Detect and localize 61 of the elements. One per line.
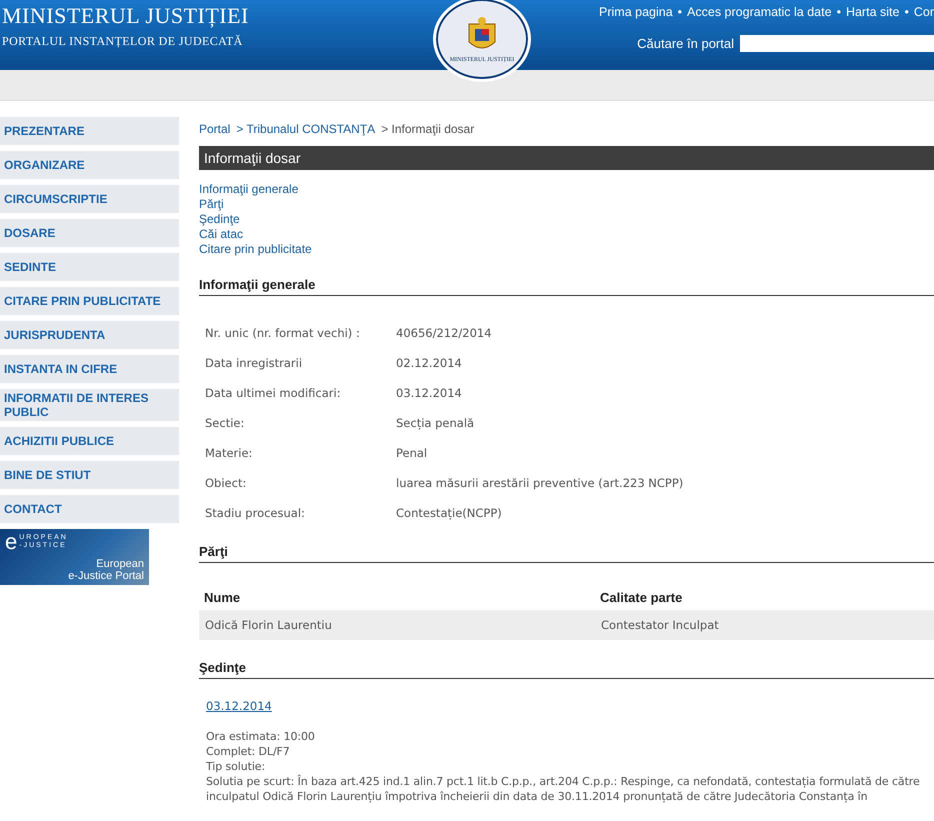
field-value: Contestație(NCPP) [396,505,503,522]
field-label: Data inregistrarii [205,355,304,372]
sidebar-item[interactable]: CONTACT [0,495,179,523]
table-cell: Contestator Inculpat [595,610,934,640]
nav-link[interactable]: Harta site [846,5,900,19]
field-label: Obiect: [205,475,248,492]
nav-link[interactable]: Prima pagina [599,5,673,19]
field-value: 03.12.2014 [396,385,463,402]
section-link[interactable]: Căi atac [199,227,244,242]
sidebar-item[interactable]: INSTANTA IN CIFRE [0,355,179,383]
hearing-detail: Ora estimata: 10:00 [206,729,316,744]
field-value: luarea măsurii arestării preventive (art.223 NCPP) [396,475,684,492]
field-value: Penal [396,445,428,462]
breadcrumb-current: > Informaţii dosar [381,122,474,136]
page-title: Informaţii dosar [199,146,934,170]
column-header: Nume [203,589,242,607]
section-link[interactable]: Citare prin publicitate [199,242,312,257]
sidebar-item[interactable]: PREZENTARE [0,117,179,145]
banner-caption: European [95,558,144,570]
section-heading: Informaţii generale [199,277,934,296]
hearing-detail: Tip solutie: [206,759,266,774]
sidebar-item[interactable]: SEDINTE [0,253,179,281]
sidebar-item[interactable]: ACHIZITII PUBLICE [0,427,179,455]
solution-summary: Solutia pe scurt: În baza art.425 ind.1 alin.7 pct.1 lit.b C.p.p., art.204 C.p.p.: Respinge, ca nefondată, contestația formulată de către inculpatul Odică Florin Laurențiu împotriva încheierii din data de 30.11.2014 pronunțată de către Judecătoria Constanța în [206,774,921,804]
search-field[interactable] [740,35,934,52]
section-link[interactable]: Părţi [199,197,224,212]
table-cell: Odică Florin Laurentiu [199,610,595,640]
sidebar-item[interactable]: INFORMATII DE INTERES PUBLIC [0,389,179,421]
breadcrumb-link[interactable]: > Tribunalul CONSTANŢA [236,122,376,136]
banner-caption: e-Justice Portal [67,570,144,582]
sidebar-item[interactable]: CITARE PRIN PUBLICITATE [0,287,179,315]
hearing-detail: Complet: DL/F7 [206,744,291,759]
site-title: MINISTERUL JUSTIȚIEI [2,4,250,28]
field-label: Data ultimei modificari: [205,385,342,402]
logo-mark: e [5,532,18,552]
sidebar-item[interactable]: CIRCUMSCRIPTIE [0,185,179,213]
sidebar-item[interactable]: ORGANIZARE [0,151,179,179]
separator-dot: • [904,5,909,19]
separator-dot: • [678,5,682,19]
separator-dot: • [836,5,841,19]
nav-link[interactable]: Acces programatic la date [687,5,832,19]
column-header: Calitate parte [599,589,684,607]
sidebar-item[interactable]: JURISPRUDENTA [0,321,179,349]
field-label: Stadiu procesual: [205,505,306,522]
sidebar-item[interactable]: BINE DE STIUT [0,461,179,489]
search-label: Căutare în portal [637,36,734,51]
sidebar-item[interactable]: DOSARE [0,219,179,247]
field-value: Secția penală [396,415,476,432]
site-subtitle: PORTALUL INSTANȚELOR DE JUDECATĂ [2,34,244,49]
section-heading: Şedinţe [199,660,934,679]
field-value: 02.12.2014 [396,355,463,372]
section-link[interactable]: Informaţii generale [199,182,298,197]
field-label: Nr. unic (nr. format vechi) : [205,325,361,342]
breadcrumb-link[interactable]: Portal [199,122,230,136]
hearing-date-link[interactable]: 03.12.2014 [206,699,272,713]
field-label: Sectie: [205,415,246,432]
field-value: 40656/212/2014 [396,325,493,342]
nav-link[interactable]: Cor [914,5,934,19]
section-heading: Părţi [199,544,934,563]
field-label: Materie: [205,445,254,462]
section-link[interactable]: Şedinţe [199,212,240,227]
